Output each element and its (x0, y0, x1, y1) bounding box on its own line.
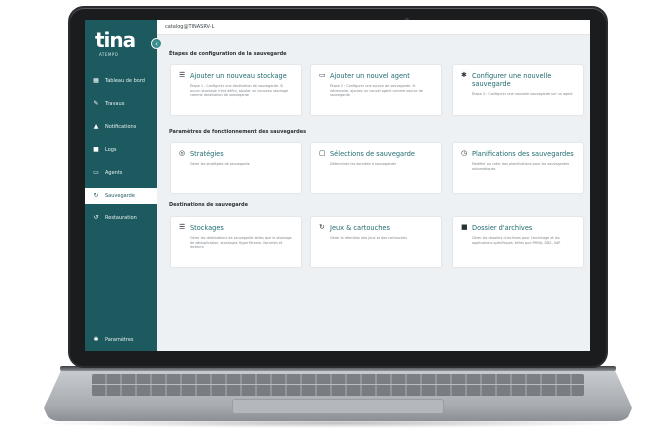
card-title: Stockages (190, 224, 224, 232)
card-jeux-cartouches[interactable]: ↻ Jeux & cartouches Gérer la rétention d… (311, 217, 441, 267)
tina-logo: tina ATEMPO (95, 28, 139, 60)
monitor-icon: ▭ (319, 71, 326, 79)
card-title: Dossier d'archives (472, 224, 533, 232)
card-dossier-archives[interactable]: ■ Dossier d'archives Gérer les dossiers … (453, 217, 583, 267)
card-planifications[interactable]: ◷ Planifications des sauvegardes Modifie… (453, 143, 583, 193)
card-ajouter-stockage[interactable]: ☰ Ajouter un nouveau stockage Étape 1 : … (171, 65, 301, 115)
sidebar-item-notifications[interactable]: ▲ Notifications (85, 119, 157, 135)
laptop-touchpad (232, 399, 444, 414)
archive-icon: ■ (461, 223, 468, 231)
log-icon: ■ (93, 146, 99, 153)
sidebar-item-label: Notifications (105, 124, 137, 130)
sidebar-item-travaux[interactable]: ✎ Travaux (85, 96, 157, 112)
laptop-mockup: tina ATEMPO ▦ Tableau de bord ✎ Travaux … (0, 0, 668, 433)
storage-icon: ☰ (179, 223, 186, 231)
sidebar-item-logs[interactable]: ■ Logs (85, 142, 157, 158)
card-description: Gérer les destinations de sauvegarde tel… (190, 236, 292, 250)
sidebar-item-label: Sauvegarde (105, 193, 135, 199)
card-description: Gérer la rétention des jeux et des carto… (330, 236, 407, 240)
gear-icon: ✱ (461, 71, 467, 79)
folder-icon: ▢ (319, 149, 326, 157)
clock-icon: ◷ (461, 149, 468, 157)
card-title: Ajouter un nouvel agent (330, 72, 410, 80)
card-description: Gérer les stratégies de sauvegarde (190, 162, 250, 166)
sidebar-item-label: Travaux (105, 101, 125, 107)
card-description: Modifier ou créer des planifications pou… (472, 162, 570, 171)
logo-subtitle: ATEMPO (99, 52, 119, 57)
sidebar-item-label: Restauration (105, 215, 137, 221)
card-title: Configurer une nouvelle sauvegarde (472, 72, 552, 88)
card-ajouter-agent[interactable]: ▭ Ajouter un nouvel agent Étape 2 : Conf… (311, 65, 441, 115)
card-strategies[interactable]: ◎ Stratégies Gérer les stratégies de sau… (171, 143, 301, 193)
sidebar-item-restauration[interactable]: ↺ Restauration (85, 210, 157, 226)
card-description: Gérer les dossiers d'archives pour l'arc… (472, 236, 561, 245)
wrench-icon: ✎ (93, 100, 99, 107)
gear-icon: ✱ (93, 336, 99, 343)
sidebar-item-label: Logs (105, 147, 117, 153)
card-title: Jeux & cartouches (330, 224, 390, 232)
strategy-icon: ◎ (179, 149, 186, 157)
sidebar-item-label: Tableau de bord (105, 78, 145, 84)
sidebar-item-label: Paramètres (105, 337, 134, 343)
bell-icon: ▲ (93, 123, 99, 130)
sidebar: tina ATEMPO ▦ Tableau de bord ✎ Travaux … (85, 20, 157, 351)
card-description: Étape 2 : Configurer une source de sauve… (330, 84, 423, 98)
card-description: Déterminer les données à sauvegarder (330, 162, 397, 166)
card-title: Ajouter un nouveau stockage (190, 72, 287, 80)
card-selections[interactable]: ▢ Sélections de sauvegarde Déterminer le… (311, 143, 441, 193)
app-screen: tina ATEMPO ▦ Tableau de bord ✎ Travaux … (85, 20, 590, 351)
backup-icon: ↻ (93, 192, 99, 199)
section-title-parametres: Paramètres de fonctionnement des sauvega… (169, 129, 307, 135)
storage-icon: ☰ (179, 71, 186, 79)
top-bar: catalog@TINASRV-L (157, 20, 590, 35)
card-title: Stratégies (190, 150, 224, 158)
sidebar-item-tableau-de-bord[interactable]: ▦ Tableau de bord (85, 73, 157, 89)
restore-icon: ↺ (93, 214, 99, 221)
card-title: Sélections de sauvegarde (330, 150, 415, 158)
logo-wordmark: tina (95, 28, 136, 52)
dashboard-icon: ▦ (93, 77, 99, 84)
server-identity: catalog@TINASRV-L (165, 24, 215, 30)
sidebar-item-parametres[interactable]: ✱ Paramètres (85, 332, 157, 348)
laptop-keyboard (92, 374, 584, 396)
card-configurer-sauvegarde[interactable]: ✱ Configurer une nouvelle sauvegarde Éta… (453, 65, 583, 115)
card-description: Étape 3 : Configurer une nouvelle sauveg… (472, 92, 573, 96)
sidebar-item-agents[interactable]: ▭ Agents (85, 165, 157, 181)
sidebar-item-sauvegarde[interactable]: ↻ Sauvegarde (85, 188, 157, 204)
card-description: Étape 1 : Configurer une destination de … (190, 84, 289, 98)
sidebar-item-label: Agents (105, 170, 123, 176)
card-stockages[interactable]: ☰ Stockages Gérer les destinations de sa… (171, 217, 301, 267)
card-title: Planifications des sauvegardes (472, 150, 574, 158)
section-title-destinations: Destinations de sauvegarde (169, 202, 249, 208)
chevron-left-icon[interactable]: ‹ (151, 38, 162, 49)
monitor-icon: ▭ (93, 169, 99, 176)
cycle-icon: ↻ (319, 223, 325, 231)
section-title-configuration: Étapes de configuration de la sauvegarde (169, 51, 287, 57)
